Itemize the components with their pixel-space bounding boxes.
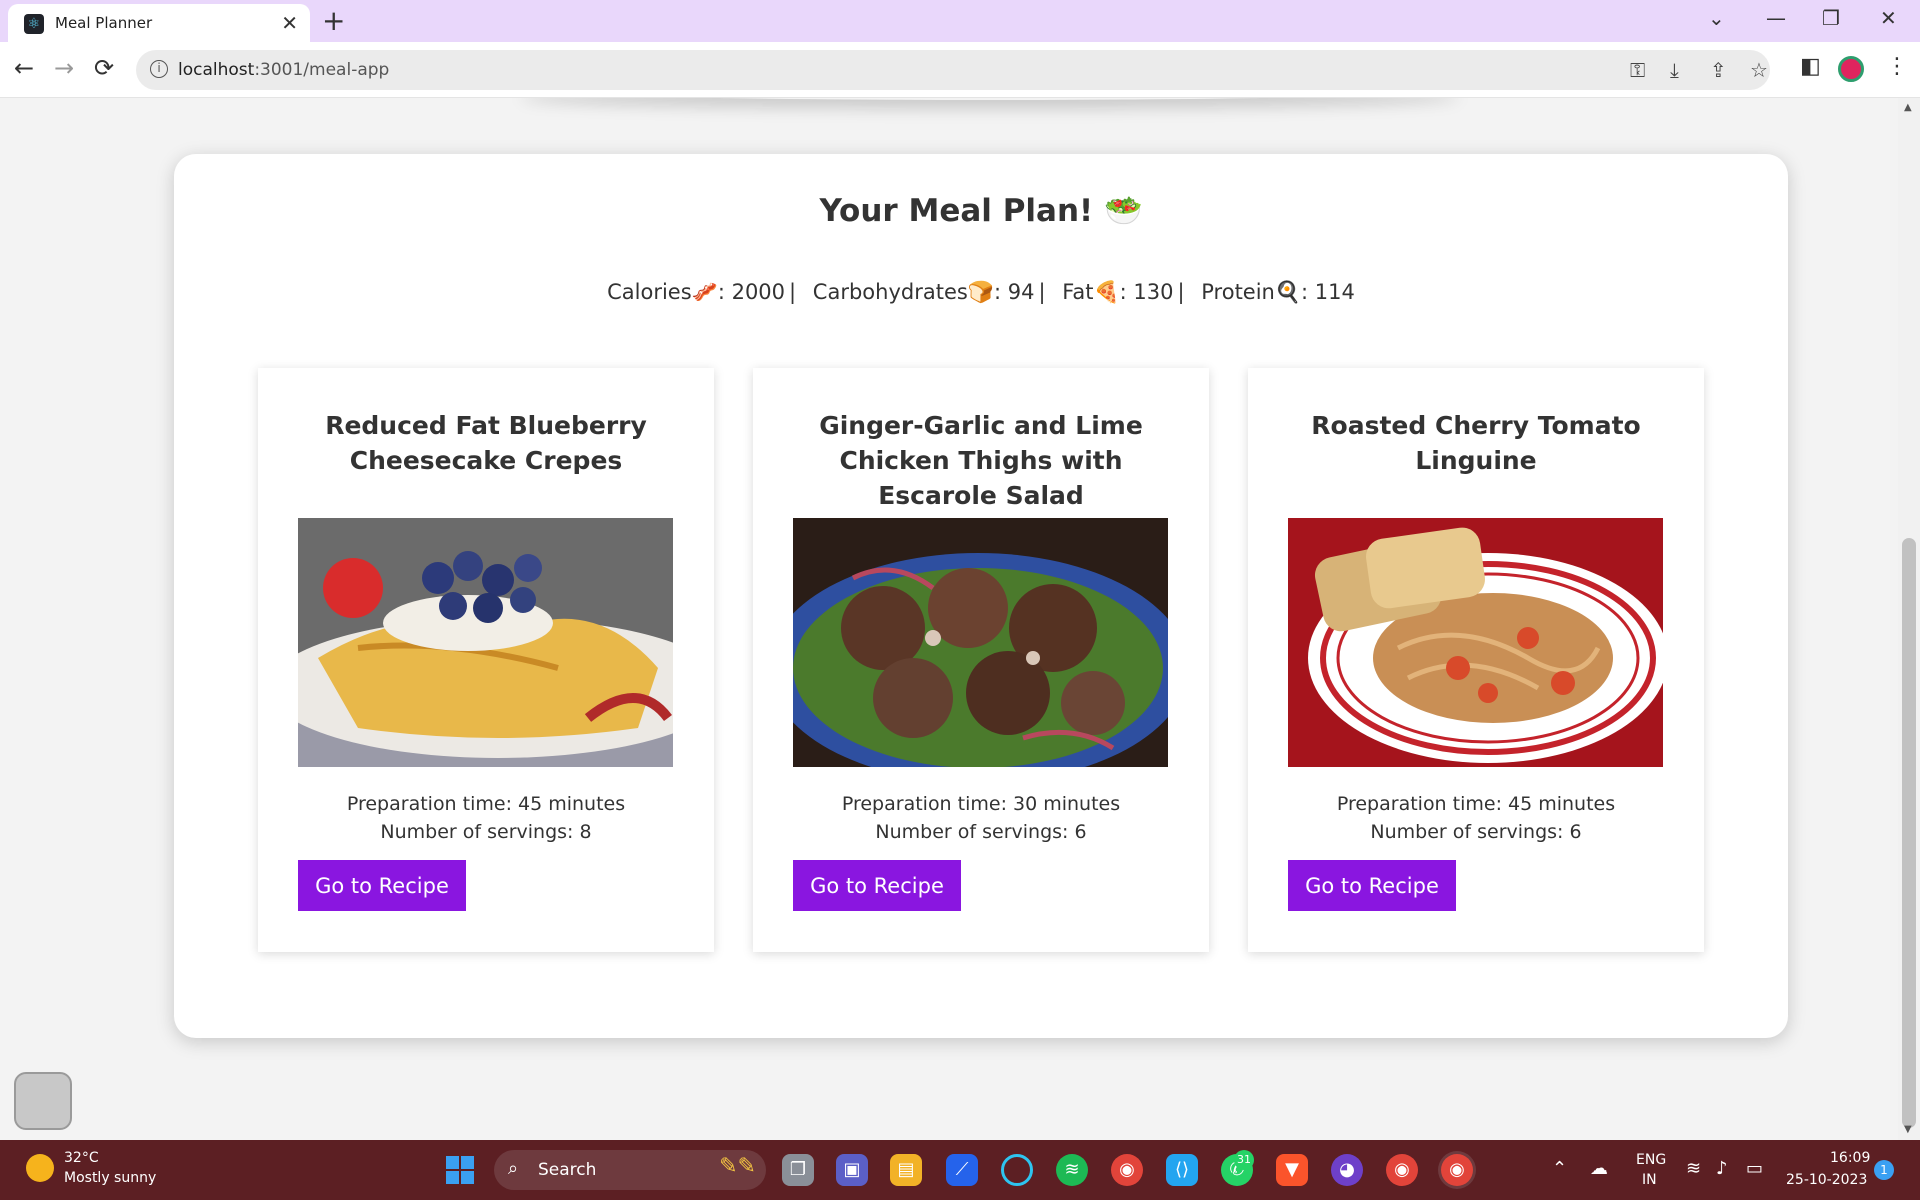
header-card-shadow [520,98,1460,100]
chrome-icon[interactable]: ◉ [1386,1154,1418,1186]
meal-card: Roasted Cherry Tomato Linguine Preparati… [1248,368,1704,952]
nutrient-calories-label: Calories🥓 [607,280,718,304]
language-code[interactable]: ENG [1636,1152,1666,1168]
battery-icon[interactable]: ▭ [1746,1158,1763,1179]
wifi-icon[interactable]: ≋ [1686,1158,1701,1179]
notification-badge[interactable]: 1 [1874,1160,1894,1180]
go-to-recipe-button[interactable]: Go to Recipe [1288,860,1456,911]
file-explorer-icon[interactable]: ▤ [890,1154,922,1186]
floating-app-icon[interactable] [14,1072,72,1130]
search-highlight-icon: ✎✎ [719,1154,756,1179]
clock-date[interactable]: 25-10-2023 [1786,1172,1867,1188]
nutrient-calories-value: 2000 [731,280,786,304]
spotify-icon[interactable]: ≋ [1056,1154,1088,1186]
page-scrollbar[interactable]: ▲ ▼ [1898,98,1920,1140]
chrome-icon[interactable]: ◉ [1111,1154,1143,1186]
windows-taskbar: 32°C Mostly sunny ⌕ Search ✎✎ ❐ ▣ ▤ ⟋ ≋ … [0,1140,1920,1200]
nutrient-carbs-label: Carbohydrates🍞 [812,280,994,304]
meal-details: Preparation time: 45 minutes Number of s… [258,790,714,846]
language-region[interactable]: IN [1642,1172,1657,1188]
whatsapp-badge: 31 [1234,1150,1254,1170]
meal-card: Reduced Fat Blueberry Cheesecake Crepes [258,368,714,952]
meal-details: Preparation time: 45 minutes Number of s… [1248,790,1704,846]
scroll-up-arrow-icon[interactable]: ▲ [1904,102,1912,113]
task-view-icon[interactable]: ❐ [782,1154,814,1186]
back-button[interactable]: ← [14,54,34,82]
meal-title: Reduced Fat Blueberry Cheesecake Crepes [325,411,647,475]
nutrient-protein-label: Protein🍳 [1201,280,1302,304]
servings: Number of servings: 6 [875,821,1087,843]
weather-sun-icon[interactable] [26,1154,54,1182]
github-icon[interactable]: ◕ [1331,1154,1363,1186]
tab-close-icon[interactable]: ✕ [281,11,298,35]
browser-toolbar: ← → ⟳ i localhost:3001/meal-app ⚿ ⤓ ⇪ ☆ … [0,42,1920,98]
page-viewport: Your Meal Plan! 🥗 Calories🥓: 2000 | Carbo… [0,98,1898,1140]
nutrient-carbs-value: 94 [1007,280,1035,304]
meal-image-chicken [793,518,1168,767]
weather-description[interactable]: Mostly sunny [64,1170,156,1186]
prep-time: Preparation time: 30 minutes [841,793,1121,815]
site-info-icon[interactable]: i [150,60,168,78]
servings: Number of servings: 6 [1370,821,1582,843]
reload-button[interactable]: ⟳ [94,54,114,82]
clock-time[interactable]: 16:09 [1830,1150,1870,1166]
menu-kebab-icon[interactable]: ⋮ [1886,54,1908,79]
prep-time: Preparation time: 45 minutes [1336,793,1616,815]
meal-plan-title: Your Meal Plan! 🥗 [819,193,1143,229]
search-icon: ⌕ [508,1158,519,1179]
address-bar[interactable]: i localhost:3001/meal-app ⚿ ⤓ ⇪ ☆ [136,50,1770,90]
meal-title: Ginger-Garlic and Lime Chicken Thighs wi… [819,411,1143,510]
nutrient-fat-label: Fat🍕 [1062,280,1120,304]
new-tab-button[interactable]: + [322,4,345,37]
windows-start-icon[interactable] [446,1156,474,1184]
search-label: Search [538,1160,597,1180]
url-text[interactable]: localhost:3001/meal-app [178,60,389,80]
meal-card: Ginger-Garlic and Lime Chicken Thighs wi… [753,368,1209,952]
tab-title: Meal Planner [55,14,153,32]
password-key-icon[interactable]: ⚿ [1630,58,1645,82]
scroll-thumb[interactable] [1902,538,1916,1128]
app-icon[interactable]: ⟋ [946,1154,978,1186]
meal-image-linguine [1288,518,1663,767]
side-panel-icon[interactable]: ◧ [1800,54,1821,79]
nutrients-summary: Calories🥓: 2000 | Carbohydrates🍞: 94 | Fat… [607,280,1355,304]
nutrient-protein-value: 114 [1314,280,1355,304]
browser-tab-bar: ⚛ Meal Planner ✕ + ⌄ — ❐ ✕ [0,0,1920,42]
meal-title: Roasted Cherry Tomato Linguine [1311,411,1641,475]
scroll-down-arrow-icon[interactable]: ▼ [1904,1124,1912,1135]
servings: Number of servings: 8 [380,821,592,843]
go-to-recipe-button[interactable]: Go to Recipe [793,860,961,911]
tab-meal-planner[interactable]: ⚛ Meal Planner ✕ [8,4,310,42]
weather-temperature[interactable]: 32°C [64,1150,99,1166]
url-path: :3001/meal-app [254,60,390,80]
close-window-button[interactable]: ✕ [1880,6,1897,30]
bookmark-star-icon[interactable]: ☆ [1750,58,1768,82]
share-icon[interactable]: ⇪ [1710,58,1727,82]
prep-time: Preparation time: 45 minutes [346,793,626,815]
volume-icon[interactable]: ♪ [1716,1158,1728,1179]
url-host: localhost [178,60,255,80]
restore-button[interactable]: ❐ [1822,6,1840,30]
onedrive-icon[interactable]: ☁ [1590,1158,1608,1179]
taskbar-search[interactable]: ⌕ Search ✎✎ [494,1150,766,1190]
meal-image-crepes [298,518,673,767]
vscode-icon[interactable]: ⟨⟩ [1166,1154,1198,1186]
tab-search-icon[interactable]: ⌄ [1708,6,1725,30]
go-to-recipe-button[interactable]: Go to Recipe [298,860,466,911]
chrome-active-icon[interactable]: ◉ [1441,1154,1473,1186]
react-favicon-icon: ⚛ [24,14,44,34]
tray-overflow-icon[interactable]: ⌃ [1552,1158,1567,1179]
meal-plan-card: Your Meal Plan! 🥗 Calories🥓: 2000 | Carbo… [174,154,1788,1038]
nutrient-fat-value: 130 [1133,280,1174,304]
minimize-button[interactable]: — [1766,6,1786,30]
cortana-icon[interactable] [1001,1154,1033,1186]
teams-chat-icon[interactable]: ▣ [836,1154,868,1186]
profile-avatar[interactable] [1838,56,1864,82]
meal-details: Preparation time: 30 minutes Number of s… [753,790,1209,846]
install-app-icon[interactable]: ⤓ [1670,58,1679,82]
brave-icon[interactable]: ▼ [1276,1154,1308,1186]
forward-button[interactable]: → [54,54,74,82]
